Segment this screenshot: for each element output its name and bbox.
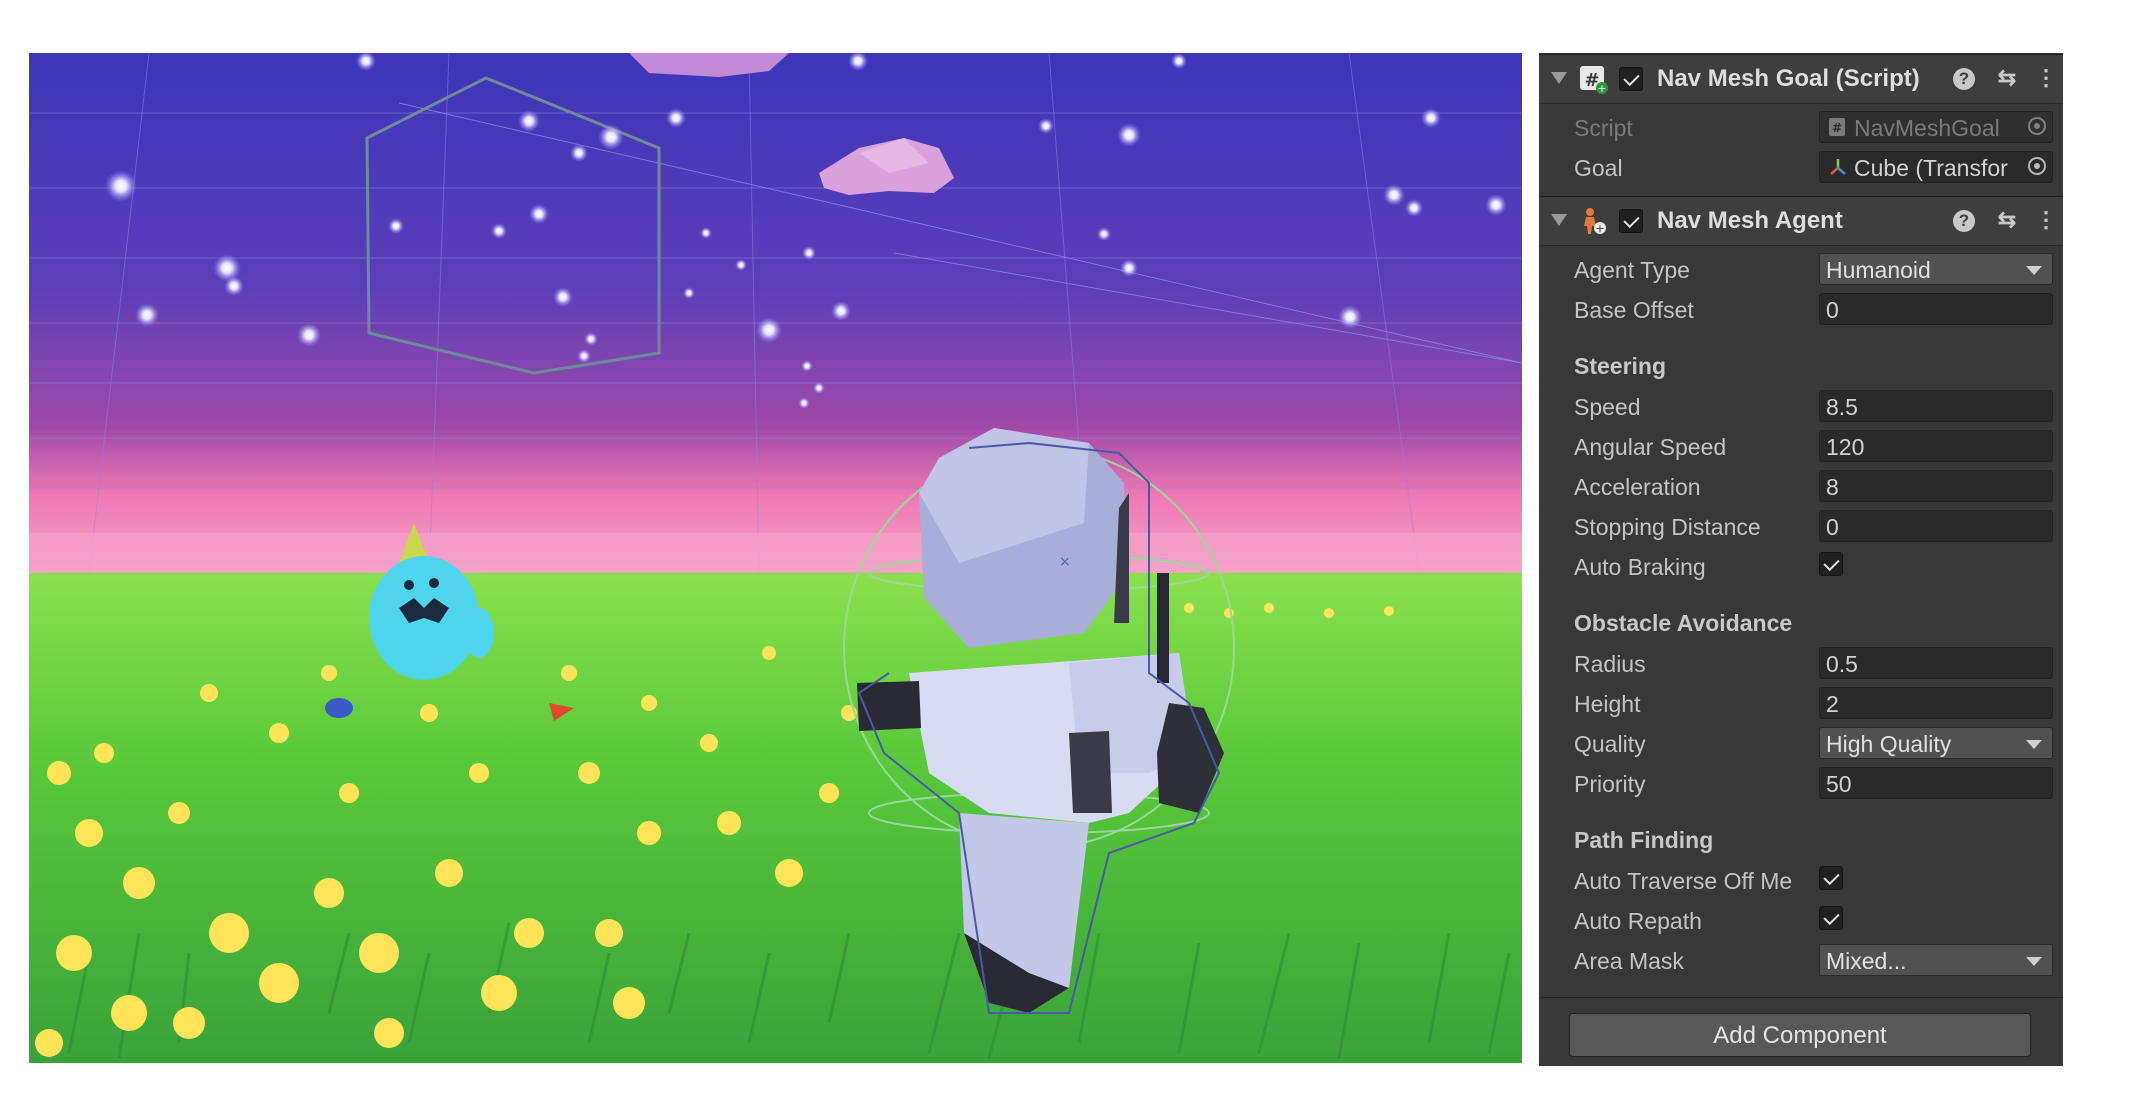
svg-text:+: +	[1595, 222, 1604, 235]
object-picker-icon[interactable]	[2028, 157, 2046, 175]
chevron-down-icon	[2026, 740, 2042, 749]
object-picker-icon	[2028, 117, 2046, 135]
svg-text:×: ×	[1059, 554, 1071, 570]
stopping-distance-row: Stopping Distance 0	[1539, 507, 2063, 545]
component-title: Nav Mesh Agent	[1657, 207, 1843, 234]
agent-type-value: Humanoid	[1826, 257, 1931, 283]
help-icon[interactable]: ?	[1953, 68, 1975, 90]
script-field: # NavMeshGoal	[1819, 111, 2053, 143]
height-row: Height 2	[1539, 684, 2063, 722]
speed-row: Speed 8.5	[1539, 387, 2063, 425]
base-offset-field[interactable]: 0	[1819, 293, 2053, 325]
quality-row: Quality High Quality	[1539, 724, 2063, 762]
auto-traverse-checkbox[interactable]	[1819, 866, 1843, 890]
divider	[1539, 997, 2063, 998]
steering-heading: Steering	[1574, 353, 1667, 379]
triangle-down-icon[interactable]	[1551, 72, 1567, 84]
script-row: Script # NavMeshGoal	[1539, 108, 2063, 146]
acceleration-label: Acceleration	[1574, 474, 1701, 500]
presets-icon[interactable]: ⇆	[1994, 65, 2020, 91]
nav-agent-icon: +	[1584, 208, 1606, 235]
acceleration-row: Acceleration 8	[1539, 467, 2063, 505]
stopping-distance-label: Stopping Distance	[1574, 514, 1761, 540]
auto-traverse-row: Auto Traverse Off Me	[1539, 861, 2063, 899]
goal-value: Cube (Transfor	[1854, 155, 2008, 181]
quality-value: High Quality	[1826, 731, 1952, 757]
add-component-button[interactable]: Add Component	[1569, 1013, 2031, 1057]
auto-braking-row: Auto Braking	[1539, 547, 2063, 585]
grass-field	[29, 573, 1522, 1063]
area-mask-value: Mixed...	[1826, 948, 1907, 974]
transform-icon	[1830, 159, 1846, 175]
area-mask-row: Area Mask Mixed...	[1539, 941, 2063, 979]
inspector-panel: # + Nav Mesh Goal (Script) ? ⇆ ⋮ Script …	[1539, 53, 2063, 1066]
script-value: NavMeshGoal	[1854, 115, 2000, 141]
chevron-down-icon	[2026, 266, 2042, 275]
speed-label: Speed	[1574, 394, 1641, 420]
agent-type-label: Agent Type	[1574, 257, 1690, 283]
stopping-distance-field[interactable]: 0	[1819, 510, 2053, 542]
priority-label: Priority	[1574, 771, 1646, 797]
obstacle-avoidance-heading: Obstacle Avoidance	[1574, 610, 1793, 636]
agent-type-row: Agent Type Humanoid	[1539, 250, 2063, 288]
script-label: Script	[1574, 115, 1633, 141]
agent-type-dropdown[interactable]: Humanoid	[1819, 253, 2053, 285]
speed-field[interactable]: 8.5	[1819, 390, 2053, 422]
area-mask-label: Area Mask	[1574, 948, 1684, 974]
angular-speed-row: Angular Speed 120	[1539, 427, 2063, 465]
triangle-down-icon[interactable]	[1551, 214, 1567, 226]
angular-speed-label: Angular Speed	[1574, 434, 1727, 460]
nav-mesh-agent-header[interactable]: + Nav Mesh Agent ? ⇆ ⋮	[1539, 196, 2063, 246]
svg-text:+: +	[1597, 82, 1606, 94]
scene-render: ×	[29, 53, 1522, 1063]
auto-repath-label: Auto Repath	[1574, 908, 1702, 934]
auto-repath-row: Auto Repath	[1539, 901, 2063, 939]
auto-braking-label: Auto Braking	[1574, 554, 1706, 580]
kebab-menu-icon[interactable]: ⋮	[2033, 207, 2059, 233]
sky	[29, 53, 1522, 573]
goal-field[interactable]: Cube (Transfor	[1819, 151, 2053, 183]
area-mask-dropdown[interactable]: Mixed...	[1819, 944, 2053, 976]
radius-field[interactable]: 0.5	[1819, 647, 2053, 679]
acceleration-field[interactable]: 8	[1819, 470, 2053, 502]
quality-label: Quality	[1574, 731, 1646, 757]
component-enabled-checkbox[interactable]	[1619, 67, 1643, 91]
chevron-down-icon	[2026, 957, 2042, 966]
goal-label: Goal	[1574, 155, 1623, 181]
radius-label: Radius	[1574, 651, 1646, 677]
csharp-script-icon: #	[1829, 118, 1845, 136]
priority-row: Priority 50	[1539, 764, 2063, 802]
kebab-menu-icon[interactable]: ⋮	[2033, 65, 2059, 91]
scene-view[interactable]: ×	[29, 53, 1522, 1063]
priority-field[interactable]: 50	[1819, 767, 2053, 799]
base-offset-row: Base Offset 0	[1539, 290, 2063, 328]
quality-dropdown[interactable]: High Quality	[1819, 727, 2053, 759]
auto-traverse-label: Auto Traverse Off Me	[1574, 868, 1793, 894]
nav-mesh-goal-header[interactable]: # + Nav Mesh Goal (Script) ? ⇆ ⋮	[1539, 54, 2063, 104]
svg-text:#: #	[1832, 121, 1842, 135]
auto-repath-checkbox[interactable]	[1819, 906, 1843, 930]
component-title: Nav Mesh Goal (Script)	[1657, 65, 1920, 92]
base-offset-label: Base Offset	[1574, 297, 1694, 323]
component-enabled-checkbox[interactable]	[1619, 209, 1643, 233]
angular-speed-field[interactable]: 120	[1819, 430, 2053, 462]
height-field[interactable]: 2	[1819, 687, 2053, 719]
radius-row: Radius 0.5	[1539, 644, 2063, 682]
auto-braking-checkbox[interactable]	[1819, 552, 1843, 576]
presets-icon[interactable]: ⇆	[1994, 207, 2020, 233]
csharp-script-icon: # +	[1580, 66, 1608, 94]
help-icon[interactable]: ?	[1953, 210, 1975, 232]
goal-row: Goal Cube (Transfor	[1539, 148, 2063, 186]
height-label: Height	[1574, 691, 1641, 717]
path-finding-heading: Path Finding	[1574, 827, 1714, 853]
